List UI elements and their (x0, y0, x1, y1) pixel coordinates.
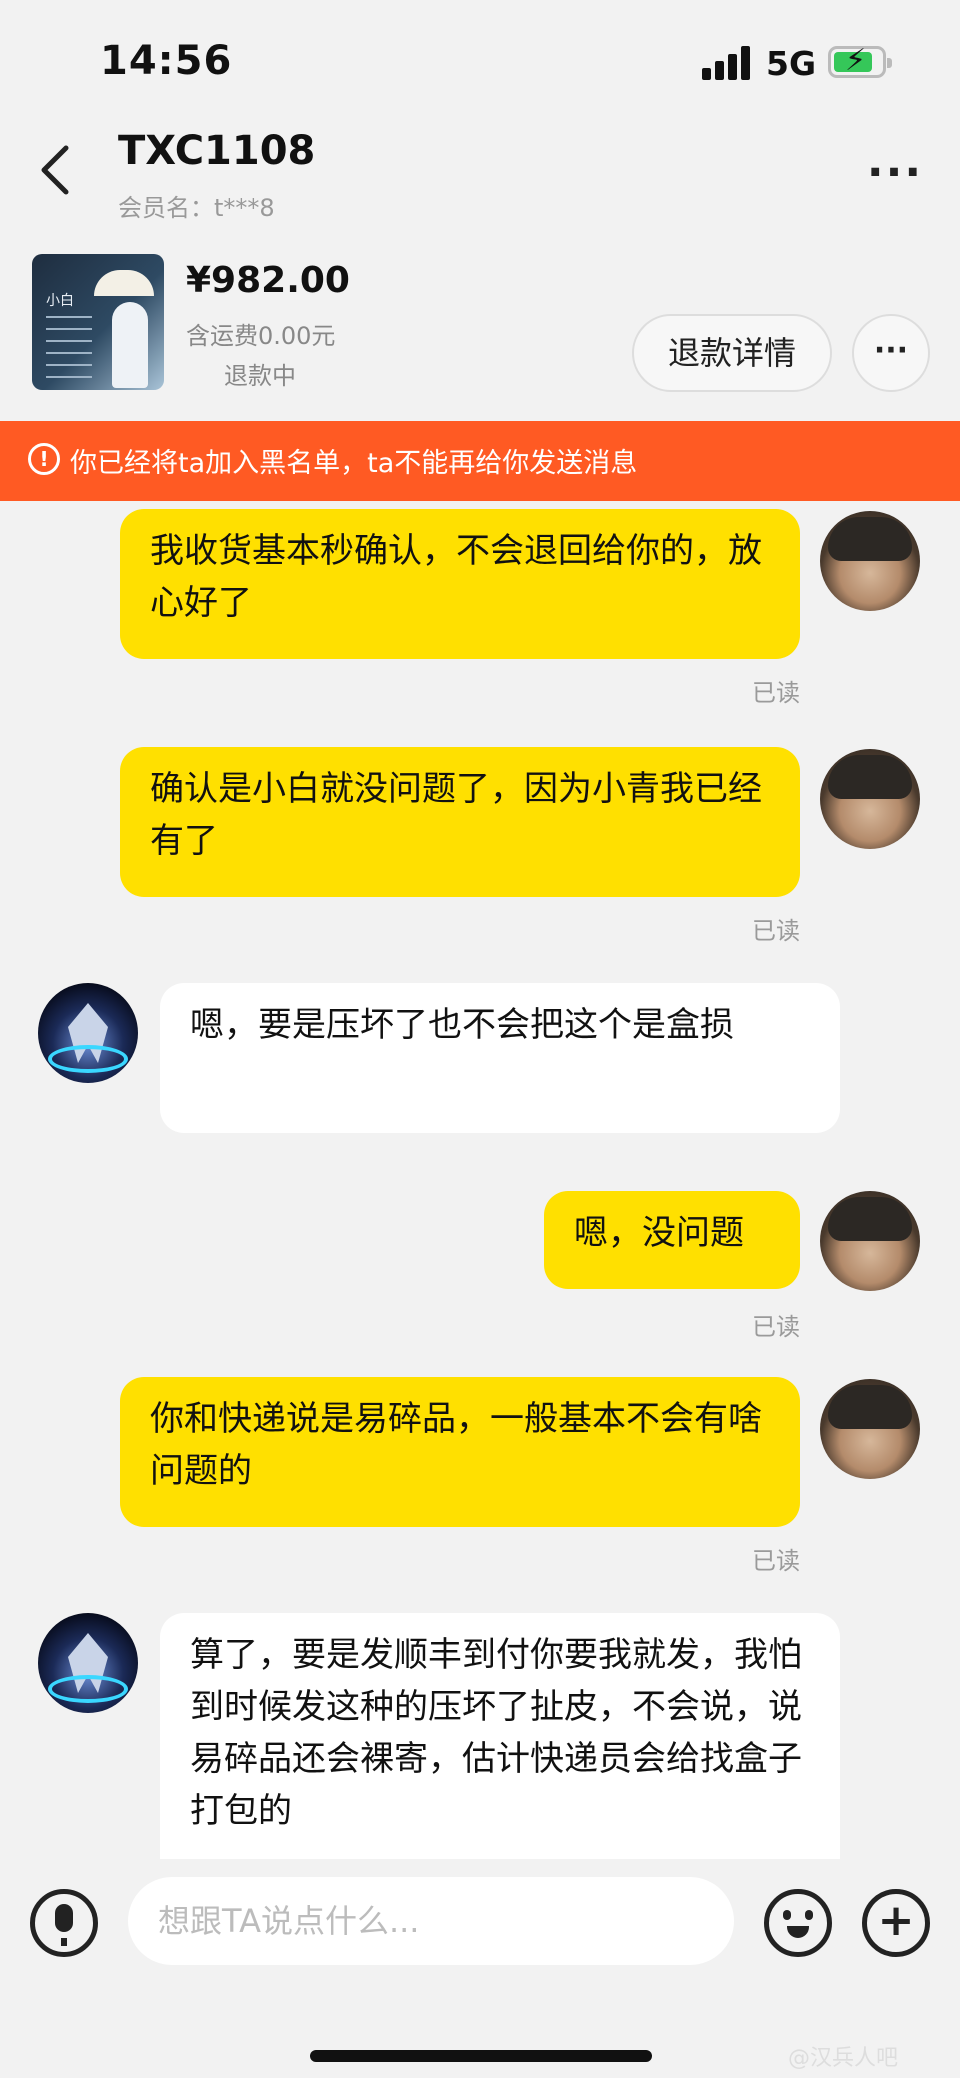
message-bubble[interactable]: 嗯，要是压坏了也不会把这个是盒损 (160, 983, 840, 1133)
my-avatar[interactable] (820, 749, 920, 849)
contact-avatar[interactable] (38, 983, 138, 1083)
read-receipt: 已读 (752, 1547, 800, 1575)
contact-avatar[interactable] (38, 1613, 138, 1713)
product-thumbnail[interactable]: 小白 (32, 254, 164, 390)
product-thumbnail-title: 小白 (46, 293, 74, 309)
my-avatar[interactable] (820, 511, 920, 611)
message-bubble[interactable]: 你和快递说是易碎品，一般基本不会有啥问题的 (120, 1377, 800, 1527)
read-receipt: 已读 (752, 917, 800, 945)
blacklist-message: 你已经将ta加入黑名单，ta不能再给你发送消息 (70, 448, 638, 479)
microphone-icon[interactable] (30, 1889, 98, 1957)
member-name: 会员名：t***8 (118, 194, 275, 222)
back-icon[interactable] (36, 140, 76, 200)
my-avatar[interactable] (820, 1191, 920, 1291)
refund-status: 退款中 (224, 362, 296, 390)
message-input[interactable]: 想跟TA说点什么... (128, 1877, 734, 1965)
order-card[interactable]: 小白 ¥982.00 含运费0.00元 退款中 退款详情 ··· (0, 240, 960, 410)
emoji-icon[interactable] (764, 1889, 832, 1957)
more-options-button[interactable]: ··· (860, 148, 930, 198)
signal-icon (702, 44, 752, 80)
message-bubble[interactable]: 嗯，没问题 (544, 1191, 800, 1289)
message-bubble[interactable]: 我收货基本秒确认，不会退回给你的，放心好了 (120, 509, 800, 659)
order-price: ¥982.00 (186, 260, 350, 301)
status-bar: 14:56 5G ⚡ (0, 0, 960, 120)
read-receipt: 已读 (752, 679, 800, 707)
order-more-button[interactable]: ··· (852, 314, 930, 392)
chat-messages[interactable]: 我收货基本秒确认，不会退回给你的，放心好了 已读 确认是小白就没问题了，因为小青… (0, 501, 960, 1859)
battery-icon: ⚡ (828, 45, 892, 78)
watermark: @汉兵人吧 (788, 2046, 899, 2071)
status-time: 14:56 (100, 38, 233, 84)
chat-title: TXC1108 (118, 128, 316, 174)
shipping-fee: 含运费0.00元 (186, 322, 336, 350)
add-icon[interactable]: + (862, 1889, 930, 1957)
refund-details-button[interactable]: 退款详情 (632, 314, 832, 392)
home-indicator[interactable] (310, 2050, 652, 2062)
chat-header: TXC1108 会员名：t***8 ··· (0, 120, 960, 230)
warning-icon: ! (28, 443, 60, 475)
read-receipt: 已读 (752, 1313, 800, 1341)
blacklist-banner: ! 你已经将ta加入黑名单，ta不能再给你发送消息 (0, 421, 960, 501)
input-bar: 想跟TA说点什么... + (0, 1859, 960, 1979)
message-bubble[interactable]: 算了，要是发顺丰到付你要我就发，我怕到时候发这种的压坏了扯皮，不会说，说易碎品还… (160, 1613, 840, 1859)
network-label: 5G (766, 44, 817, 83)
my-avatar[interactable] (820, 1379, 920, 1479)
message-bubble[interactable]: 确认是小白就没问题了，因为小青我已经有了 (120, 747, 800, 897)
